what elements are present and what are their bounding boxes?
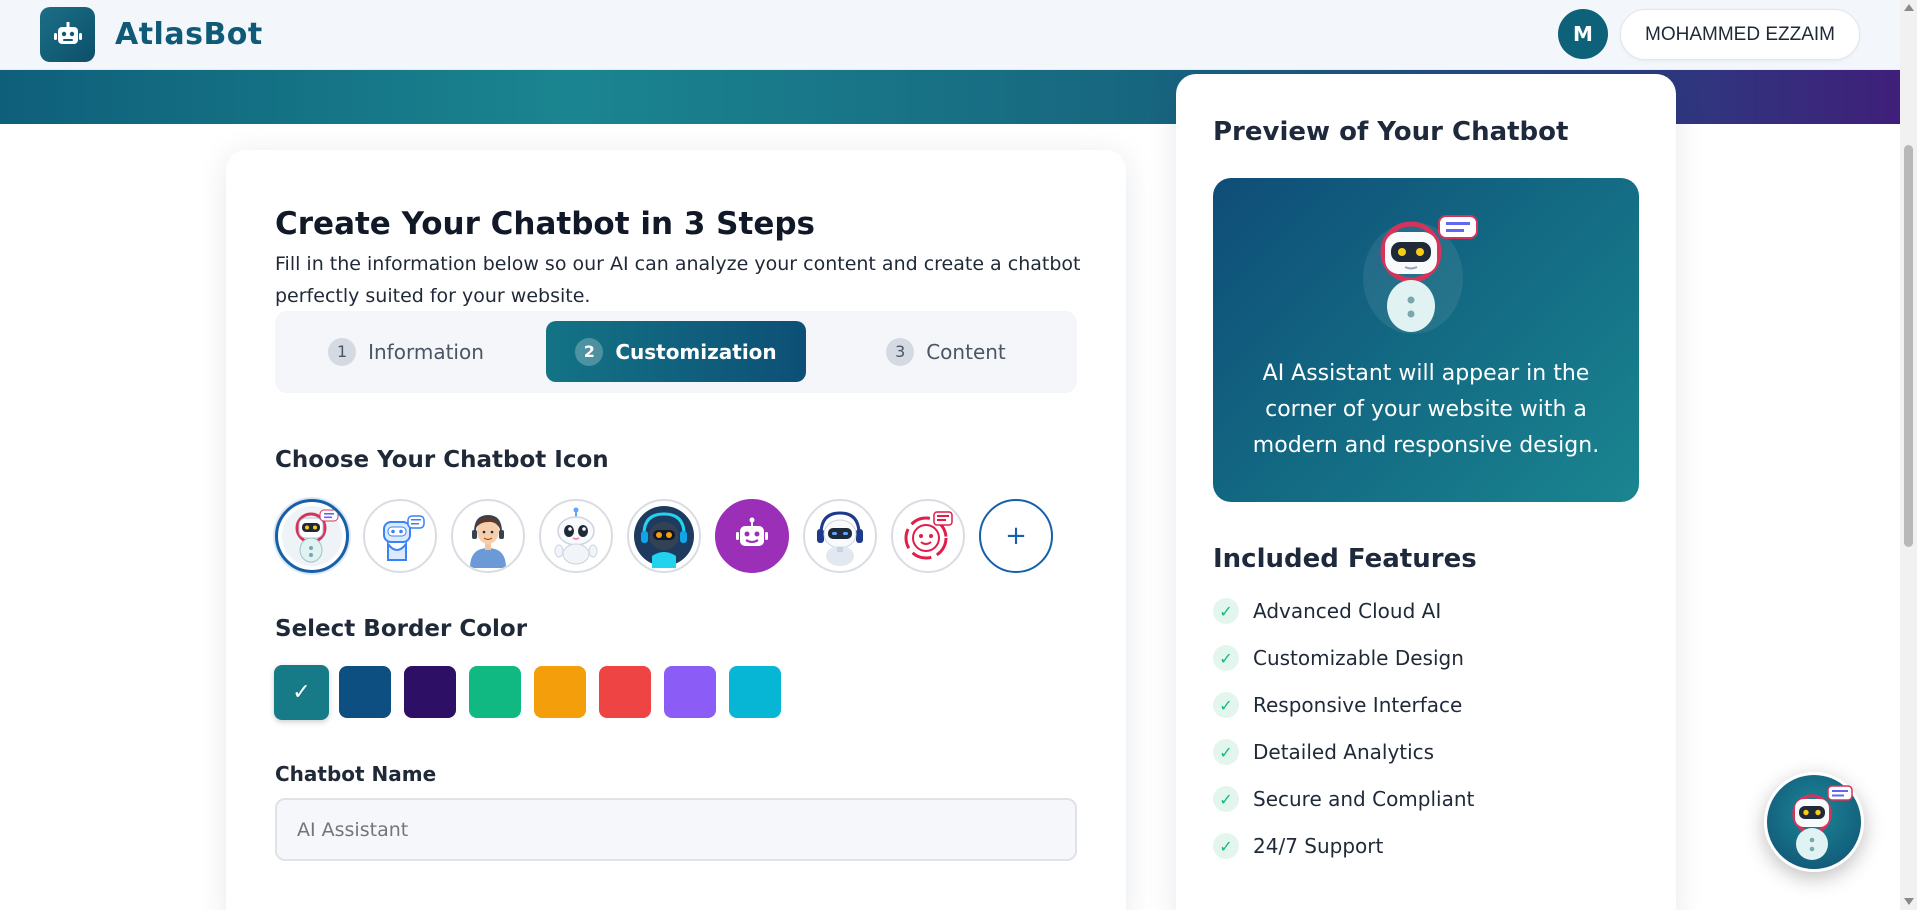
color-swatch[interactable] (404, 666, 456, 718)
step-label: Content (926, 339, 1006, 364)
step-number: 2 (575, 337, 604, 366)
headset-robot-avatar[interactable] (275, 499, 349, 573)
step-number: 1 (328, 337, 357, 366)
check-icon: ✓ (1213, 786, 1239, 812)
user-avatar[interactable]: M (1558, 9, 1608, 59)
feature-label: Responsive Interface (1253, 693, 1463, 717)
color-swatch[interactable] (469, 666, 521, 718)
check-icon: ✓ (1213, 833, 1239, 859)
preview-description: AI Assistant will appear in the corner o… (1252, 361, 1600, 458)
outline-robot-avatar[interactable] (363, 499, 437, 573)
feature-item: ✓ Advanced Cloud AI (1213, 596, 1633, 626)
page-scrollbar[interactable] (1900, 0, 1917, 910)
step-label: Customization (615, 339, 777, 364)
color-swatch[interactable] (599, 666, 651, 718)
preview-box: AI Assistant will appear in the corner o… (1213, 178, 1639, 502)
feature-item: ✓ Customizable Design (1213, 643, 1633, 673)
chatbot-name-input[interactable] (275, 798, 1077, 861)
tab-content[interactable]: 3 Content (816, 321, 1076, 382)
feature-item: ✓ Detailed Analytics (1213, 737, 1633, 767)
feature-label: Advanced Cloud AI (1253, 599, 1442, 623)
color-swatch[interactable] (729, 666, 781, 718)
preview-panel: Preview of Your Chatbot AI Assistant wil… (1176, 74, 1676, 910)
color-swatch[interactable] (339, 666, 391, 718)
check-icon: ✓ (1213, 739, 1239, 765)
check-icon: ✓ (1213, 692, 1239, 718)
step-label: Information (368, 339, 484, 364)
purple-robot-avatar[interactable] (715, 499, 789, 573)
user-menu-button[interactable]: MOHAMMED EZZAIM (1620, 9, 1860, 60)
check-icon: ✓ (1213, 645, 1239, 671)
step-number: 3 (886, 337, 915, 366)
robot-icon[interactable] (40, 7, 95, 62)
preview-title: Preview of Your Chatbot (1213, 117, 1569, 147)
page-title: Create Your Chatbot in 3 Steps (275, 206, 815, 242)
features-title: Included Features (1213, 544, 1477, 574)
feature-item: ✓ Responsive Interface (1213, 690, 1633, 720)
red-support-avatar[interactable] (891, 499, 965, 573)
headphone-robot-avatar[interactable] (803, 499, 877, 573)
icon-section-label: Choose Your Chatbot Icon (275, 447, 609, 473)
feature-label: Secure and Compliant (1253, 787, 1475, 811)
human-agent-avatar[interactable] (451, 499, 525, 573)
scroll-thumb[interactable] (1904, 145, 1913, 547)
chatbot-launcher-button[interactable] (1764, 772, 1864, 872)
add-icon-button[interactable]: + (979, 499, 1053, 573)
step-tabs: 1 Information 2 Customization 3 Content (275, 311, 1077, 393)
check-icon: ✓ (1213, 598, 1239, 624)
color-swatch[interactable] (664, 666, 716, 718)
preview-bot-avatar (1361, 212, 1481, 336)
color-section-label: Select Border Color (275, 616, 528, 642)
feature-label: 24/7 Support (1253, 834, 1384, 858)
cute-robot-avatar[interactable] (539, 499, 613, 573)
color-swatch[interactable] (534, 666, 586, 718)
scroll-down-icon[interactable] (1904, 898, 1914, 905)
tab-information[interactable]: 1 Information (276, 321, 536, 382)
check-icon: ✓ (292, 680, 311, 705)
app-header: AtlasBot M MOHAMMED EZZAIM (0, 0, 1900, 70)
feature-item: ✓ Secure and Compliant (1213, 784, 1633, 814)
wizard-card: Create Your Chatbot in 3 Steps Fill in t… (226, 150, 1126, 910)
feature-label: Detailed Analytics (1253, 740, 1435, 764)
feature-item: ✓ 24/7 Support (1213, 831, 1633, 861)
chatbot-name-label: Chatbot Name (275, 762, 437, 786)
feature-label: Customizable Design (1253, 646, 1464, 670)
dark-robot-avatar[interactable] (627, 499, 701, 573)
brand-name[interactable]: AtlasBot (115, 17, 263, 52)
tab-customization[interactable]: 2 Customization (546, 321, 806, 382)
scroll-up-icon[interactable] (1904, 4, 1914, 11)
color-swatch[interactable]: ✓ (274, 665, 329, 720)
page-subtitle: Fill in the information below so our AI … (275, 253, 1081, 307)
